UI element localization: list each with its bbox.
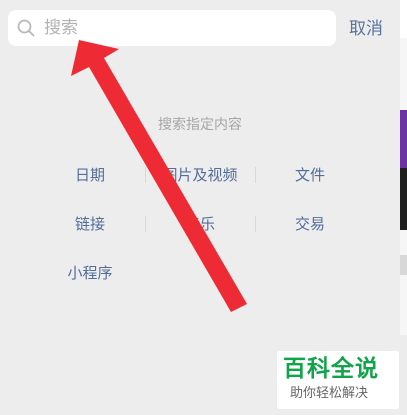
background-strip-block (400, 335, 407, 415)
search-hint: 搜索指定内容 (158, 117, 242, 133)
search-header: 取消 (0, 0, 407, 58)
background-strip-block (400, 110, 407, 168)
background-strip-block (400, 168, 407, 230)
watermark-logo: 百科全说 助你轻松解决 (277, 351, 399, 409)
category-grid: 日期 图片及视频 文件 链接 音乐 交易 小程序 (35, 158, 365, 294)
background-strip-block (400, 0, 407, 38)
category-files-button[interactable]: 文件 (255, 158, 365, 192)
search-box[interactable] (8, 10, 336, 46)
background-side-strip (400, 0, 407, 415)
background-strip-block (400, 255, 407, 275)
category-transactions-button[interactable]: 交易 (255, 207, 365, 241)
category-music-button[interactable]: 音乐 (145, 207, 255, 241)
category-links-button[interactable]: 链接 (35, 207, 145, 241)
search-icon (17, 19, 35, 37)
category-mini-programs-button[interactable]: 小程序 (35, 256, 145, 290)
search-page: 取消 搜索指定内容 日期 图片及视频 文件 链接 音乐 交易 小程序 百科全说 … (0, 0, 407, 415)
search-input[interactable] (44, 13, 324, 43)
category-date-button[interactable]: 日期 (35, 158, 145, 192)
category-photos-videos-button[interactable]: 图片及视频 (145, 158, 255, 192)
watermark-title: 百科全说 (283, 356, 379, 382)
cancel-button[interactable]: 取消 (349, 16, 383, 42)
watermark-subtitle: 助你轻松解决 (290, 386, 369, 401)
